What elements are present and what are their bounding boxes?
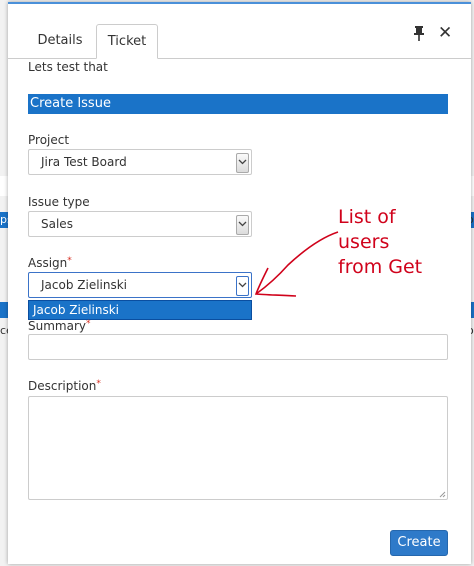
annotation-text: List of users from Get	[338, 205, 422, 280]
annotation-line: from Get	[338, 256, 423, 278]
annotation-arrow	[254, 231, 339, 297]
annotation-line: users	[338, 231, 390, 253]
annotation-line: List of	[338, 206, 396, 228]
